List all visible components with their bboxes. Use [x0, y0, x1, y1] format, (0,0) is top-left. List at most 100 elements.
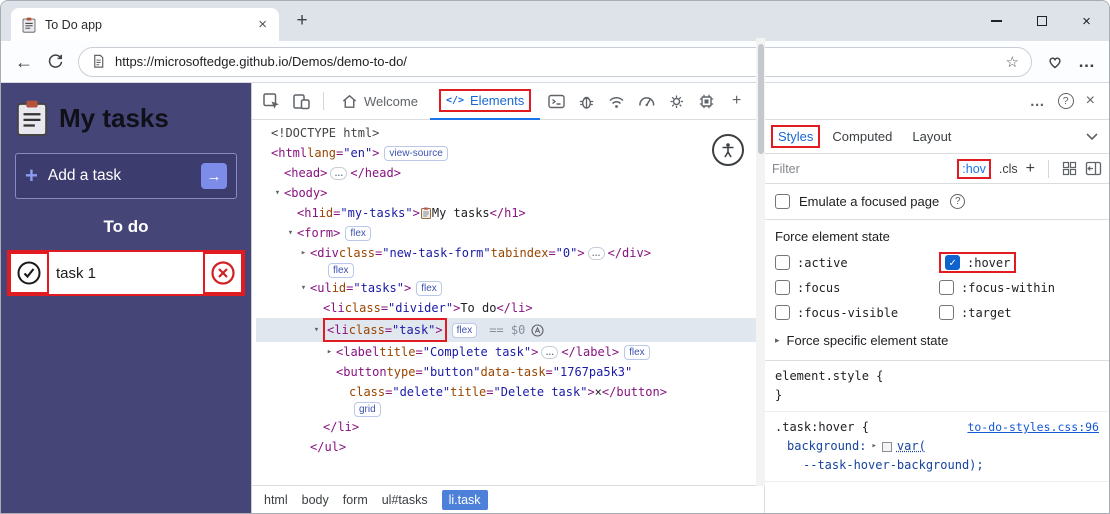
expanded-arrow-icon[interactable]: ▾	[310, 320, 323, 340]
dom-tree-row[interactable]: class = "delete" title = "Delete task" > × </bu…	[256, 382, 764, 402]
devtools-more-icon[interactable]: …	[1030, 93, 1046, 110]
state-:focus-within[interactable]: :focus-within	[939, 280, 1099, 295]
tab-styles[interactable]: Styles	[778, 129, 813, 144]
chevron-down-icon[interactable]	[1085, 132, 1103, 141]
site-info-icon[interactable]	[91, 54, 106, 69]
back-button[interactable]: ←	[15, 53, 33, 71]
view-source-badge[interactable]: view-source	[384, 145, 448, 161]
dom-tree-row[interactable]: ▾ <form> flex	[256, 223, 764, 243]
collapsed-arrow-icon[interactable]: ▸	[323, 342, 336, 362]
tab-close-icon[interactable]: ×	[254, 16, 271, 33]
force-specific-state-row[interactable]: ▸ Force specific element state	[775, 333, 1099, 348]
scrollbar-thumb[interactable]	[757, 44, 764, 154]
browser-essentials-icon[interactable]	[1046, 53, 1064, 71]
tab-layout[interactable]: Layout	[904, 125, 959, 148]
devtools-help-icon[interactable]: ?	[1057, 93, 1074, 109]
devtools-close-icon[interactable]: ×	[1086, 92, 1095, 110]
state-:target[interactable]: :target	[939, 305, 1099, 320]
accessibility-explorer-button[interactable]	[712, 134, 744, 166]
collapsed-arrow-icon[interactable]: ▸	[775, 335, 780, 346]
state-checkbox[interactable]	[939, 305, 954, 320]
expand-inline-button[interactable]: …	[541, 345, 559, 359]
expanded-arrow-icon[interactable]: ▾	[297, 278, 310, 298]
state-checkbox[interactable]	[775, 280, 790, 295]
state-checkbox[interactable]: ✓	[945, 255, 960, 270]
refresh-button[interactable]	[47, 52, 64, 72]
complete-task-checkbox[interactable]	[9, 252, 49, 294]
state-:focus-visible[interactable]: :focus-visible	[775, 305, 935, 320]
address-bar[interactable]: https://microsoftedge.github.io/Demos/de…	[78, 46, 1032, 77]
toggle-element-state-button[interactable]: :hov	[962, 162, 986, 176]
breadcrumb-form[interactable]: form	[343, 493, 368, 507]
maximize-button[interactable]	[1019, 1, 1064, 41]
favorites-star-icon[interactable]: ☆	[1006, 53, 1019, 71]
state-checkbox[interactable]	[775, 255, 790, 270]
state-:active[interactable]: :active	[775, 255, 935, 270]
breadcrumb-html[interactable]: html	[264, 493, 288, 507]
close-window-button[interactable]: ×	[1064, 1, 1109, 41]
help-icon[interactable]: ?	[950, 194, 966, 209]
styles-filter-input[interactable]	[772, 161, 950, 176]
element-classes-button[interactable]: .cls	[999, 162, 1018, 176]
emulate-focused-page-checkbox[interactable]	[775, 194, 790, 209]
device-toolbar-icon[interactable]	[288, 88, 315, 114]
css-value-function[interactable]: var(	[897, 437, 926, 456]
inspect-element-icon[interactable]	[258, 88, 285, 114]
more-tabs-button[interactable]: +	[723, 88, 750, 114]
debugger-icon[interactable]	[573, 88, 600, 114]
console-panel-icon[interactable]	[543, 88, 570, 114]
dom-tree-row[interactable]: <button type = "button" data-task = "1767pa5…	[256, 362, 764, 382]
collapsed-arrow-icon[interactable]: ▸	[297, 243, 310, 263]
memory-icon[interactable]	[693, 88, 720, 114]
flex-badge[interactable]: flex	[328, 263, 354, 278]
stylesheet-link[interactable]: to-do-styles.css:96	[967, 418, 1099, 437]
url-text[interactable]: https://microsoftedge.github.io/Demos/de…	[115, 54, 997, 69]
grid-badge[interactable]: grid	[354, 402, 381, 417]
submit-arrow-icon[interactable]: →	[201, 163, 227, 189]
node-adorner-icon[interactable]	[531, 323, 544, 337]
dock-sidebar-icon[interactable]	[1085, 161, 1102, 176]
dom-tree-row[interactable]: flex	[256, 263, 764, 278]
grid-swatches-icon[interactable]	[1062, 161, 1077, 176]
value-swatch[interactable]	[881, 441, 892, 452]
expand-value-arrow-icon[interactable]: ▸	[871, 437, 876, 456]
dom-tree-row[interactable]: grid	[256, 402, 764, 417]
dom-tree-row[interactable]: <h1 id = "my-tasks" > My tasks </h1>	[256, 203, 764, 223]
element-style-rule[interactable]: element.style { }	[765, 361, 1109, 412]
minimize-button[interactable]	[974, 1, 1019, 41]
breadcrumb-ul#tasks[interactable]: ul#tasks	[382, 493, 428, 507]
dom-tree-row[interactable]: <head>… </head>	[256, 163, 764, 183]
dom-tree-row[interactable]: ▾ <ul id = "tasks" > flex	[256, 278, 764, 298]
browser-tab[interactable]: To Do app ×	[11, 8, 279, 41]
dom-tree-row[interactable]: <li class = "divider" > To do </li>	[256, 298, 764, 318]
expand-inline-button[interactable]: …	[587, 246, 605, 260]
network-icon[interactable]	[603, 88, 630, 114]
dom-tree-row[interactable]: <!DOCTYPE html>	[256, 123, 764, 143]
state-checkbox[interactable]	[775, 305, 790, 320]
dom-tree-row[interactable]: ▾ <li class = "task" > flex == $0	[256, 318, 764, 342]
expanded-arrow-icon[interactable]: ▾	[284, 223, 297, 243]
dom-tree-row[interactable]: ▾ <body>	[256, 183, 764, 203]
add-task-button[interactable]: + Add a task →	[15, 153, 237, 199]
flex-badge[interactable]: flex	[345, 225, 371, 241]
new-tab-button[interactable]: +	[287, 6, 317, 36]
css-property-name[interactable]: background:	[787, 437, 866, 456]
tab-elements[interactable]: </> Elements	[429, 83, 541, 120]
task-item[interactable]: task 1	[7, 250, 245, 296]
dom-tree-row[interactable]: </li>	[256, 417, 764, 437]
delete-task-button[interactable]	[203, 252, 243, 294]
state-:hover[interactable]: ✓:hover	[939, 252, 1017, 273]
application-gear-icon[interactable]	[663, 88, 690, 114]
dom-tree-row[interactable]: </ul>	[256, 437, 764, 457]
new-style-rule-button[interactable]: +	[1026, 160, 1035, 177]
task-hover-rule[interactable]: .task:hover { to-do-styles.css:96 backgr…	[765, 412, 1109, 482]
tab-welcome[interactable]: Welcome	[332, 83, 427, 120]
elements-scrollbar[interactable]	[756, 38, 765, 486]
expand-inline-button[interactable]: …	[330, 166, 348, 180]
dom-tree-row[interactable]: <html lang = "en" > view-source	[256, 143, 764, 163]
emulate-focused-page-row[interactable]: Emulate a focused page ?	[765, 184, 1109, 220]
state-checkbox[interactable]	[939, 280, 954, 295]
dom-tree-row[interactable]: ▸ <label title = "Complete task" >… </label> f…	[256, 342, 764, 362]
breadcrumb-body[interactable]: body	[302, 493, 329, 507]
flex-badge[interactable]: flex	[624, 344, 650, 360]
